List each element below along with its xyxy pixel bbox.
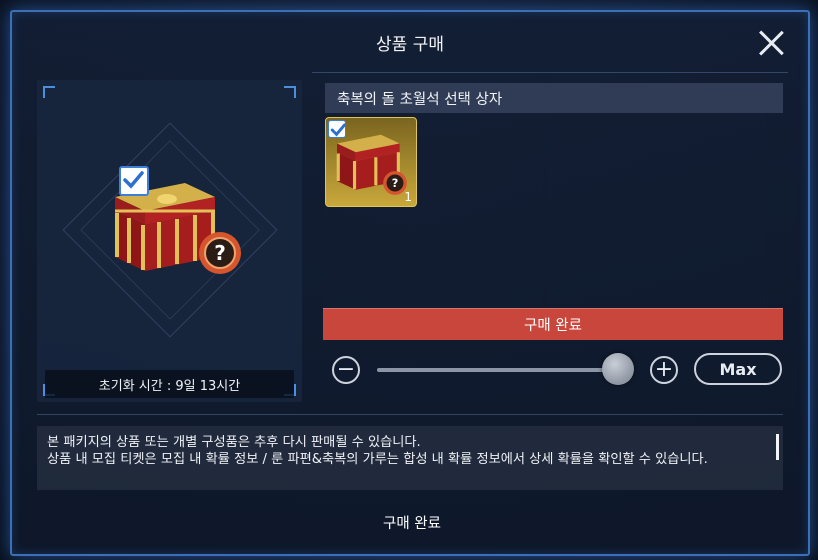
reset-time-label: 초기화 시간 : 9일 13시간	[45, 370, 294, 398]
selected-check-icon	[328, 120, 346, 138]
slot-quantity: 1	[404, 190, 412, 204]
frame-corner	[284, 86, 296, 98]
purchase-dialog: 상품 구매 ? 초기화 시간: 9일 13시간 축복의 돌 초월석 선택 상자…	[10, 10, 810, 556]
selected-check-icon	[119, 166, 149, 196]
title-divider	[312, 72, 788, 73]
plus-icon[interactable]: +	[650, 356, 678, 384]
item-name-label: 축복의 돌 초월석 선택 상자	[325, 83, 783, 113]
frame-corner	[43, 86, 55, 98]
svg-text:?: ?	[392, 177, 399, 190]
notice-scrollbar[interactable]	[776, 434, 779, 460]
notice-body: 본 패키지의 상품 또는 개별 구성품은 추후 다시 판매될 수 있습니다. 상…	[47, 435, 708, 467]
purchase-complete-button[interactable]: 구매 완료	[352, 508, 472, 536]
item-preview-panel: ? 초기화 시간 : 9일 13시간	[37, 80, 302, 402]
notice-divider	[37, 414, 783, 415]
close-x-icon[interactable]	[756, 28, 786, 58]
max-button[interactable]: Max	[694, 353, 782, 385]
quantity-slider-knob[interactable]	[602, 353, 634, 385]
svg-text:?: ?	[214, 241, 226, 265]
minus-icon[interactable]: −	[332, 356, 360, 384]
item-slot[interactable]: ? 1	[325, 117, 417, 207]
question-mark-badge-icon: ?	[199, 232, 241, 274]
dialog-title: 상품 구매	[376, 35, 444, 55]
purchase-confirm-bar[interactable]: 구매 완료	[323, 308, 783, 340]
quantity-slider-track[interactable]	[377, 368, 632, 372]
notice-text: 본 패키지의 상품 또는 개별 구성품은 추후 다시 판매될 수 있습니다. 상…	[37, 426, 783, 490]
